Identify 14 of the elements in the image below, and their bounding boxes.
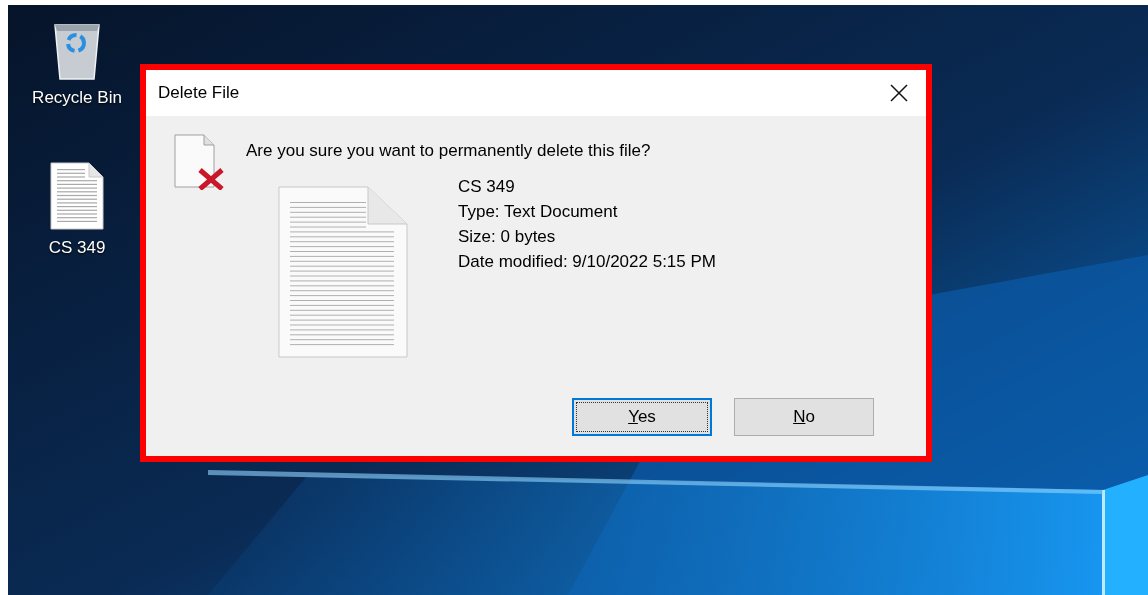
close-icon[interactable] (890, 84, 908, 102)
window-title: Delete File (158, 82, 240, 105)
file-detail: Date modified: 9/10/2022 5:15 PM (458, 250, 716, 273)
file-detail: Type: Text Document (458, 200, 619, 223)
dialog-button[interactable]: Yes (572, 398, 712, 436)
confirmation-message: Are you sure you want to permanently delete this file? (246, 140, 652, 162)
desktop-icon-label[interactable]: Recycle Bin (32, 85, 122, 111)
text-file-icon (49, 160, 105, 231)
dialog-button[interactable]: No (734, 398, 874, 436)
file-name: CS 349 (458, 175, 516, 198)
file-detail: Size: 0 bytes (458, 225, 557, 248)
delete-file-icon (174, 134, 226, 190)
desktop-icon-label[interactable]: CS 349 (48, 234, 106, 260)
text-document-icon (278, 185, 408, 358)
